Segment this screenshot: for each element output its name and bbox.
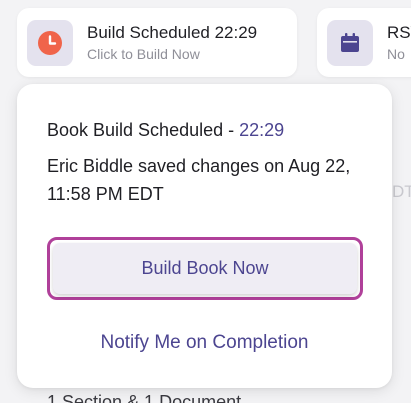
popover-description: Eric Biddle saved changes on Aug 22, 11:… <box>47 156 351 204</box>
build-card-title: Build Scheduled 22:29 <box>87 22 258 42</box>
popover-title-time: 22:29 <box>239 120 285 140</box>
calendar-icon <box>341 32 359 52</box>
notify-on-completion-link[interactable]: Notify Me on Completion <box>17 332 392 354</box>
rsvp-card-subtitle: No <box>387 45 405 62</box>
background-text-fragment: DT <box>392 182 411 201</box>
clock-icon <box>38 30 62 55</box>
build-scheduled-card[interactable]: Build Scheduled 22:29 Click to Build Now <box>17 8 297 77</box>
build-card-text: Build Scheduled 22:29 Click to Build Now <box>87 23 257 63</box>
rsvp-card-title: RSV <box>387 22 411 42</box>
build-card-subtitle: Click to Build Now <box>87 45 200 62</box>
build-popover: Book Build Scheduled - 22:29 Eric Biddle… <box>17 84 392 388</box>
popover-title: Book Build Scheduled - 22:29 <box>47 120 284 141</box>
calendar-icon-box <box>327 19 373 66</box>
clock-icon-box <box>27 19 73 66</box>
build-book-now-label: Build Book Now <box>53 243 357 294</box>
rsvp-card[interactable]: RSV No <box>317 8 411 77</box>
build-book-now-button[interactable]: Build Book Now <box>47 237 363 300</box>
app-stage: Build Scheduled 22:29 Click to Build Now… <box>0 0 411 403</box>
rsvp-card-text: RSV No <box>387 23 411 63</box>
popover-title-prefix: Book Build Scheduled - <box>47 120 240 140</box>
background-section-summary: 1 Section & 1 Document <box>47 392 242 403</box>
